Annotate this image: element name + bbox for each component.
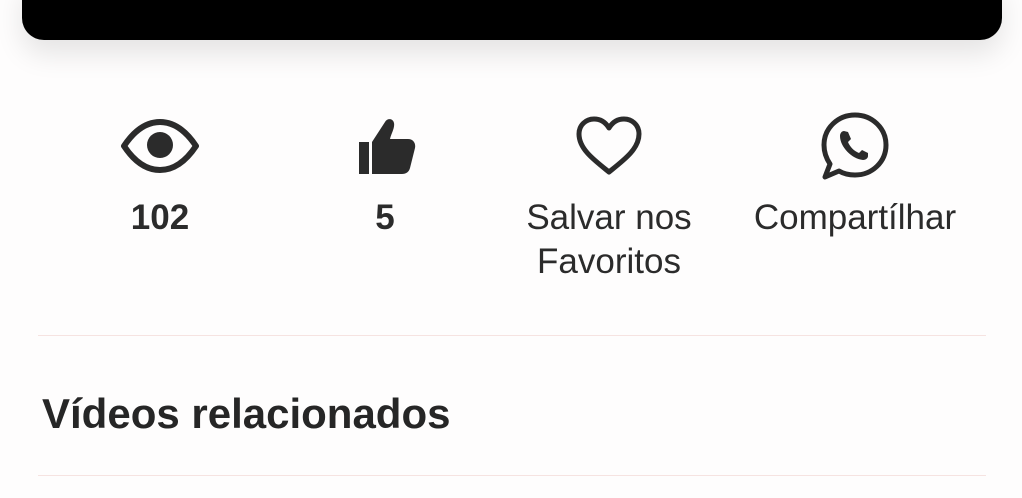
divider	[38, 475, 986, 476]
related-videos-heading: Vídeos relacionados	[42, 390, 451, 437]
actions-bar: 102 5 Salvar nos Favoritos Compartílhar	[0, 104, 1022, 294]
like-button[interactable]: 5	[265, 104, 505, 240]
divider	[38, 335, 986, 336]
share-label: Compartílhar	[753, 198, 957, 237]
likes-count: 5	[375, 198, 395, 237]
heart-icon	[569, 104, 649, 188]
video-page: 102 5 Salvar nos Favoritos Compartílhar …	[0, 0, 1022, 498]
thumbs-up-icon	[345, 104, 425, 188]
whatsapp-icon	[815, 104, 895, 188]
eye-icon	[120, 104, 200, 188]
video-player[interactable]	[22, 0, 1002, 40]
save-favorites-label: Salvar nos Favoritos	[526, 198, 692, 281]
share-whatsapp-button[interactable]: Compartílhar	[735, 104, 975, 240]
save-favorites-button[interactable]: Salvar nos Favoritos	[489, 104, 729, 284]
views-count: 102	[130, 198, 190, 237]
views-counter: 102	[40, 104, 280, 240]
